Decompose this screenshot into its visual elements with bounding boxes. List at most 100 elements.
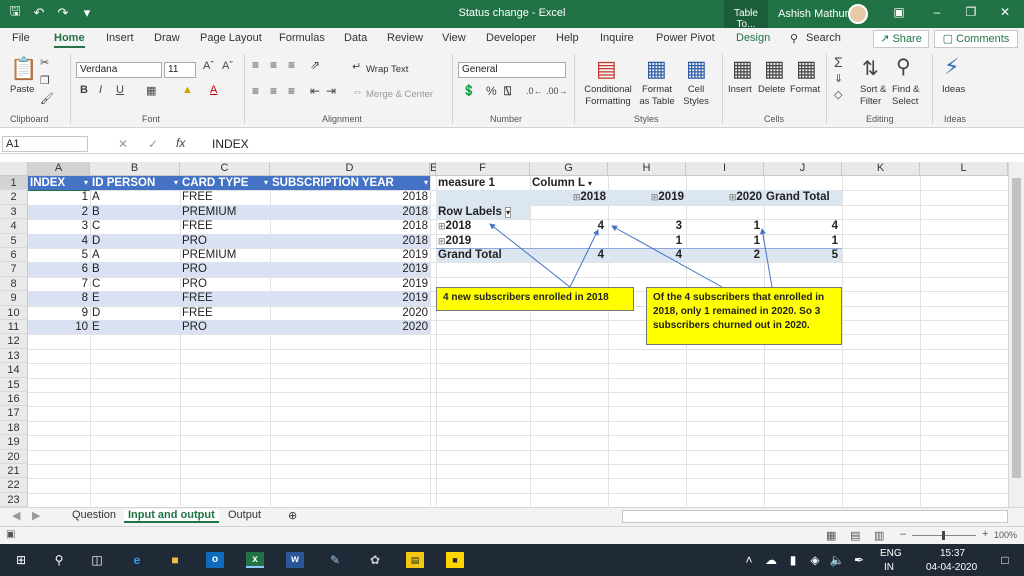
minimize-icon[interactable]: –: [928, 5, 946, 23]
insert-cells-icon[interactable]: ▦: [732, 56, 753, 82]
table-cell-subscription-year[interactable]: 2018: [270, 219, 430, 233]
shrink-font-icon[interactable]: Aˇ: [222, 60, 233, 72]
pivot-col-grand-total[interactable]: Grand Total: [764, 190, 844, 204]
align-middle-icon[interactable]: ≡: [270, 58, 277, 72]
table-cell-card-type[interactable]: FREE: [180, 190, 270, 204]
fill-icon[interactable]: ⇓: [834, 72, 843, 85]
decrease-indent-icon[interactable]: ⇤: [310, 84, 320, 98]
row-header[interactable]: 19: [0, 435, 28, 450]
prev-sheet-icon[interactable]: ◀: [12, 509, 20, 522]
pivot-cell-2018-2020[interactable]: 1: [686, 219, 762, 233]
pivot-grand-2020[interactable]: 2: [686, 248, 762, 262]
search-icon[interactable]: ⚲: [50, 552, 68, 568]
font-color-icon[interactable]: A: [210, 84, 217, 96]
table-cell-card-type[interactable]: PRO: [180, 233, 270, 248]
language-indicator[interactable]: ENG: [880, 548, 902, 559]
tab-formulas[interactable]: Formulas: [279, 32, 325, 44]
conditional-formatting-icon[interactable]: ▤: [596, 56, 617, 82]
cell-styles-button[interactable]: Cell Styles: [680, 84, 712, 108]
tab-insert[interactable]: Insert: [106, 32, 134, 44]
table-cell-card-type[interactable]: FREE: [180, 291, 270, 306]
delete-cells-icon[interactable]: ▦: [764, 56, 785, 82]
table-header-subscription-year[interactable]: SUBSCRIPTION YEAR ▾: [270, 176, 430, 191]
pen-icon[interactable]: ✒: [850, 552, 868, 568]
column-header-a[interactable]: A: [28, 162, 90, 176]
ribbon-display-icon[interactable]: ▣: [890, 5, 908, 23]
pivot-grand-2018[interactable]: 4: [530, 248, 606, 262]
table-cell-index[interactable]: 8: [28, 291, 90, 306]
avatar[interactable]: [848, 4, 868, 24]
cut-icon[interactable]: ✂: [40, 56, 49, 69]
table-cell-id-person[interactable]: A: [90, 248, 180, 262]
tab-review[interactable]: Review: [387, 32, 423, 44]
tab-power-pivot[interactable]: Power Pivot: [656, 32, 715, 44]
cell-styles-icon[interactable]: ▦: [686, 56, 707, 82]
table-cell-id-person[interactable]: C: [90, 277, 180, 291]
table-cell-subscription-year[interactable]: 2020: [270, 306, 430, 320]
grow-font-icon[interactable]: Aˆ: [203, 60, 214, 72]
tab-developer[interactable]: Developer: [486, 32, 536, 44]
orientation-icon[interactable]: ⇗: [310, 58, 320, 72]
cancel-icon[interactable]: ✕: [118, 137, 128, 151]
zoom-in-icon[interactable]: +: [982, 528, 988, 540]
table-cell-index[interactable]: 9: [28, 306, 90, 320]
row-header[interactable]: 16: [0, 392, 28, 407]
row-header[interactable]: 17: [0, 406, 28, 421]
zoom-out-icon[interactable]: –: [900, 528, 906, 540]
clear-icon[interactable]: ◇: [834, 88, 842, 101]
format-cells-icon[interactable]: ▦: [796, 56, 817, 82]
merge-center-icon[interactable]: ⇔: [352, 86, 363, 98]
row-header[interactable]: 10: [0, 305, 28, 320]
file-explorer-icon[interactable]: ■: [166, 552, 184, 568]
formula-input[interactable]: INDEX: [212, 137, 249, 151]
wifi-icon[interactable]: ◈: [806, 552, 824, 568]
normal-view-icon[interactable]: ▦: [826, 529, 836, 542]
find-select-button[interactable]: Find & Select: [892, 84, 926, 108]
clock-time[interactable]: 15:37: [940, 548, 965, 559]
row-header[interactable]: 18: [0, 420, 28, 436]
notification-center-icon[interactable]: □: [996, 552, 1014, 568]
table-cell-card-type[interactable]: FREE: [180, 306, 270, 320]
pivot-cell-2018-2018[interactable]: 4: [530, 219, 606, 233]
table-cell-id-person[interactable]: C: [90, 219, 180, 233]
tab-draw[interactable]: Draw: [154, 32, 180, 44]
find-select-icon[interactable]: ⚲: [896, 54, 911, 79]
delete-cells-button[interactable]: Delete: [758, 84, 785, 95]
row-header[interactable]: 12: [0, 334, 28, 349]
add-sheet-icon[interactable]: ⊕: [288, 509, 297, 522]
column-header-i[interactable]: I: [686, 162, 764, 176]
table-cell-card-type[interactable]: PREMIUM: [180, 204, 270, 220]
column-header-l[interactable]: L: [920, 162, 1008, 176]
row-header[interactable]: 20: [0, 449, 28, 464]
pivot-cell-2018-total[interactable]: 4: [764, 219, 840, 233]
row-header[interactable]: 2: [0, 190, 28, 205]
tray-chevron-icon[interactable]: ˄: [740, 552, 758, 568]
pivot-col-2020[interactable]: ⊞2020: [716, 190, 764, 204]
font-name-combo[interactable]: Verdana: [76, 62, 162, 78]
sheet-tab-output[interactable]: Output: [228, 509, 261, 521]
table-cell-subscription-year[interactable]: 2019: [270, 291, 430, 306]
italic-icon[interactable]: I: [99, 84, 102, 96]
task-view-icon[interactable]: ◫: [88, 552, 106, 568]
font-size-combo[interactable]: 11: [164, 62, 196, 78]
accounting-format-icon[interactable]: 💲: [462, 84, 476, 97]
table-cell-index[interactable]: 10: [28, 320, 90, 335]
column-header-j[interactable]: J: [764, 162, 842, 176]
align-center-icon[interactable]: ≡: [270, 84, 277, 98]
row-header[interactable]: 22: [0, 478, 28, 493]
percent-style-icon[interactable]: %: [486, 84, 497, 98]
row-header[interactable]: 4: [0, 219, 28, 234]
column-header-b[interactable]: B: [90, 162, 180, 176]
zoom-slider-thumb[interactable]: [942, 531, 945, 540]
column-header-f[interactable]: F: [436, 162, 530, 176]
table-header-card-type[interactable]: CARD TYPE ▾: [180, 176, 270, 191]
underline-icon[interactable]: U: [116, 84, 124, 96]
format-cells-button[interactable]: Format: [790, 84, 820, 95]
user-name[interactable]: Ashish Mathur: [778, 8, 848, 20]
row-header[interactable]: 23: [0, 492, 28, 508]
onedrive-icon[interactable]: ☁: [762, 552, 780, 568]
column-header-c[interactable]: C: [180, 162, 270, 176]
tab-inquire[interactable]: Inquire: [600, 32, 634, 44]
table-cell-index[interactable]: 4: [28, 233, 90, 248]
table-cell-card-type[interactable]: PRO: [180, 277, 270, 291]
